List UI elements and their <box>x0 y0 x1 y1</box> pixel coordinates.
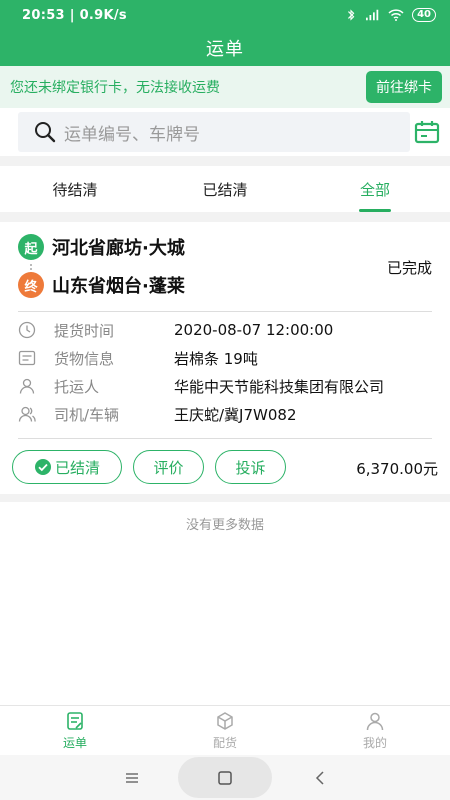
start-badge: 起 <box>18 234 44 260</box>
pickup-time-row: 提货时间 2020-08-07 12:00:00 <box>18 318 333 342</box>
end-badge: 终 <box>18 272 44 298</box>
search-icon <box>35 122 56 143</box>
notice-text: 您还未绑定银行卡，无法接收运费 <box>10 80 220 96</box>
settled-button[interactable]: 已结清 <box>12 450 122 484</box>
shipper-label: 托运人 <box>54 377 100 396</box>
nav-mine[interactable]: 我的 <box>300 706 450 755</box>
divider <box>18 311 432 312</box>
battery-icon: 40 <box>412 8 436 22</box>
cargo-info-row: 货物信息 岩棉条 19吨 <box>18 346 258 370</box>
cargo-info-value: 岩棉条 19吨 <box>174 349 258 368</box>
page-title: 运单 <box>206 39 244 60</box>
filter-tabs: 待结清 已结清 全部 <box>0 166 450 212</box>
shipper-row: 托运人 华能中天节能科技集团有限公司 <box>18 374 384 398</box>
search-input[interactable]: 运单编号、车牌号 <box>18 112 410 152</box>
bank-card-notice: 您还未绑定银行卡，无法接收运费 前往绑卡 <box>0 66 450 108</box>
nav-waybill[interactable]: 运单 <box>0 706 150 755</box>
home-square-icon <box>218 770 232 785</box>
search-placeholder: 运单编号、车牌号 <box>64 124 200 145</box>
waybill-icon <box>67 711 83 730</box>
check-circle-icon <box>34 459 51 475</box>
tab-pending[interactable]: 待结清 <box>0 166 150 212</box>
shipper-value: 华能中天节能科技集团有限公司 <box>174 377 385 396</box>
driver-vehicle-value: 王庆蛇/冀J7W082 <box>174 405 297 424</box>
nav-waybill-label: 运单 <box>62 735 87 750</box>
calendar-icon[interactable] <box>414 120 440 144</box>
route-start: 起 河北省廊坊·大城 <box>18 234 185 260</box>
bottom-nav: 运单 配货 我的 <box>0 705 450 755</box>
rate-button[interactable]: 评价 <box>133 450 204 484</box>
tab-settled[interactable]: 已结清 <box>150 166 300 212</box>
cargo-info-label: 货物信息 <box>54 349 115 368</box>
cargo-list-icon <box>18 350 36 366</box>
driver-vehicle-row: 司机/车辆 王庆蛇/冀J7W082 <box>18 402 296 426</box>
signal-icon <box>366 9 379 21</box>
bind-card-button[interactable]: 前往绑卡 <box>366 71 442 103</box>
list-end-text: 没有更多数据 <box>0 502 450 705</box>
pickup-time-label: 提货时间 <box>54 321 115 340</box>
tab-all[interactable]: 全部 <box>300 166 450 212</box>
order-card[interactable]: 起 河北省廊坊·大城 终 山东省烟台·蓬莱 已完成 提货时间 2020-08-0… <box>0 222 450 494</box>
nav-mine-label: 我的 <box>362 735 387 750</box>
end-place: 山东省烟台·蓬莱 <box>52 276 185 297</box>
status-time-speed: 20:53 | 0.9K/s <box>22 7 127 23</box>
bluetooth-icon <box>348 9 355 21</box>
back-icon[interactable] <box>310 755 330 800</box>
nav-dispatch[interactable]: 配货 <box>150 706 300 755</box>
menu-icon[interactable] <box>122 755 142 800</box>
order-amount: 6,370.00元 <box>356 460 438 478</box>
app-header: 20:53 | 0.9K/s 40 运单 <box>0 0 450 66</box>
driver-vehicle-label: 司机/车辆 <box>54 405 120 424</box>
search-section: 运单编号、车牌号 <box>0 108 450 156</box>
wifi-icon <box>388 9 404 21</box>
divider <box>18 438 432 439</box>
clock-icon <box>18 321 36 339</box>
person-icon <box>19 378 35 394</box>
complain-button[interactable]: 投诉 <box>215 450 286 484</box>
user-icon <box>366 712 384 730</box>
status-bar: 20:53 | 0.9K/s 40 <box>0 0 450 30</box>
system-nav-bar <box>0 755 450 800</box>
start-place: 河北省廊坊·大城 <box>52 238 185 259</box>
settled-label: 已结清 <box>54 458 100 477</box>
nav-dispatch-label: 配货 <box>212 735 237 750</box>
driver-icon <box>18 406 36 422</box>
order-status: 已完成 <box>386 259 432 277</box>
route-end: 终 山东省烟台·蓬莱 <box>18 272 185 298</box>
home-button[interactable] <box>178 757 272 798</box>
box-icon <box>217 711 233 730</box>
pickup-time-value: 2020-08-07 12:00:00 <box>174 321 334 339</box>
